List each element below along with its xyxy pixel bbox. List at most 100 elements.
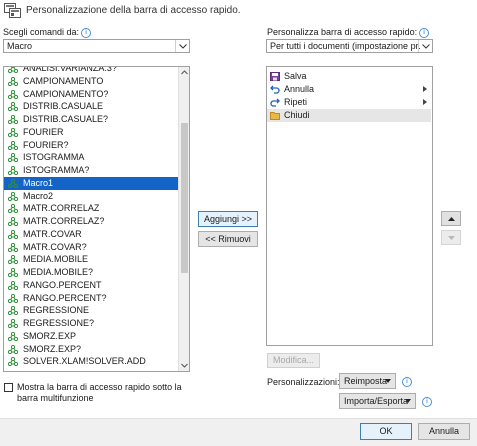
chevron-right-icon[interactable] [423,99,427,105]
command-list-item-label: CAMPIONAMENTO? [23,88,109,99]
qat-item-label: Annulla [284,84,315,94]
command-list-item[interactable]: MEDIA.MOBILE [4,253,178,266]
macro-icon [8,166,18,175]
command-list-item-label: ISTOGRAMMA [23,152,85,163]
command-list-item[interactable]: CAMPIONAMENTO [4,75,178,88]
scroll-down-icon[interactable] [181,363,188,368]
command-source-dropdown[interactable]: Macro [3,39,190,53]
info-icon[interactable]: i [402,377,412,387]
command-list-item[interactable]: SMORZ.EXP? [4,343,178,356]
show-below-ribbon-line2: barra multifunzione [17,393,94,403]
macro-icon [8,76,18,86]
command-source-value: Macro [7,41,33,51]
commands-list[interactable]: ANALISI.VARIANZA.3? CAMPIONAMENTO CAMPIONA… [3,66,190,372]
commands-scroll-thumb[interactable] [181,123,188,273]
triangle-down-icon [447,235,455,240]
macro-icon [8,178,18,188]
command-list-item-label: FOURIER [23,126,64,137]
info-icon[interactable]: i [422,397,432,407]
reset-button-label: Reimposta [344,376,388,386]
show-below-ribbon-checkbox[interactable] [4,383,13,392]
macro-icon [8,255,18,265]
command-list-item[interactable]: ISTOGRAMMA? [4,164,178,177]
macro-icon [8,280,18,290]
command-list-item[interactable]: FOURIER? [4,139,178,152]
customize-qat-label: Personalizza barra di accesso rapido: i [267,27,430,38]
macro-icon [8,331,18,341]
cancel-button[interactable]: Annulla [418,423,470,440]
ok-button[interactable]: OK [360,423,412,440]
command-list-item[interactable]: DISTRIB.CASUALE [4,100,178,113]
qat-item-save[interactable]: Salva [267,70,431,83]
command-list-item[interactable]: MATR.COVAR? [4,241,178,254]
move-up-button[interactable] [441,211,461,226]
info-icon[interactable]: i [419,28,430,38]
modify-button[interactable]: Modifica... [267,353,320,368]
command-list-item-label: MEDIA.MOBILE [23,254,89,265]
add-button[interactable]: Aggiungi >> [198,211,258,227]
dropdown-arrow-icon [385,379,391,383]
command-list-item[interactable]: MATR.CORRELAZ [4,202,178,215]
commands-scrollbar[interactable] [178,67,189,371]
command-list-item-label: Macro2 [23,190,54,201]
info-icon[interactable]: i [81,28,92,38]
command-list-item-label: RANGO.PERCENT? [23,292,107,303]
chevron-right-icon[interactable] [423,86,427,92]
macro-icon [8,268,18,277]
command-list-item-label: MATR.COVAR? [23,241,87,252]
qat-item-redo[interactable]: Ripeti [267,96,431,109]
choose-commands-label-text: Scegli comandi da: [3,27,80,37]
command-list-item-label: CAMPIONAMENTO [23,75,104,86]
command-list-item[interactable]: CAMPIONAMENTO? [4,88,178,101]
macro-icon [8,306,18,316]
command-list-item[interactable]: RANGO.PERCENT? [4,292,178,305]
import-export-button[interactable]: Importa/Esporta [339,393,416,409]
macro-icon [8,293,18,303]
chevron-down-icon[interactable] [175,40,189,52]
quick-access-toolbar-icon [4,3,21,18]
command-list-item[interactable]: REGRESSIONE [4,304,178,317]
command-list-item[interactable]: SMORZ.EXP [4,330,178,343]
command-list-item[interactable]: RANGO.PERCENT [4,279,178,292]
qat-item-label: Salva [284,71,307,81]
command-list-item[interactable]: MEDIA.MOBILE? [4,266,178,279]
scroll-up-icon[interactable] [181,70,188,75]
command-list-item[interactable]: ANALISI.VARIANZA.3? [4,67,178,75]
command-list-item[interactable]: ISTOGRAMMA [4,151,178,164]
show-below-ribbon-label[interactable]: Mostra la barra di accesso rapido sotto … [17,382,182,404]
macro-icon [8,217,18,226]
reset-button[interactable]: Reimposta [339,373,396,389]
command-list-item[interactable]: DISTRIB.CASUALE? [4,113,178,126]
redo-icon [270,98,280,107]
macro-icon [8,140,18,150]
macro-icon [8,127,18,137]
command-list-item[interactable]: SOLVER.XLAM!SOLVER.ADD [4,355,178,368]
command-list-item-label: FOURIER? [23,139,69,150]
macro-icon [8,67,18,73]
macro-icon [8,102,18,112]
remove-button-label: << Rimuovi [205,234,251,244]
macro-icon [8,204,18,214]
move-down-button[interactable] [441,230,461,245]
import-export-button-label: Importa/Esporta [344,396,409,406]
command-list-item-label: MATR.COVAR [23,228,82,239]
customize-qat-label-text: Personalizza barra di accesso rapido: [267,27,418,37]
qat-scope-dropdown[interactable]: Per tutti i documenti (impostazione pr..… [266,39,433,53]
dropdown-arrow-icon [405,399,411,403]
command-list-item[interactable]: Macro2 [4,190,178,203]
qat-item-undo[interactable]: Annulla [267,83,431,96]
command-list-item[interactable]: FOURIER [4,126,178,139]
macro-icon [8,115,18,124]
qat-item-close[interactable]: Chiudi [267,109,431,122]
command-list-item[interactable]: REGRESSIONE? [4,317,178,330]
command-list-item-label: SOLVER.XLAM!SOLVER.ADD [23,356,146,367]
remove-button[interactable]: << Rimuovi [198,231,258,247]
macro-icon [8,153,18,163]
modify-button-label: Modifica... [272,355,314,365]
chevron-down-icon[interactable] [418,40,432,52]
qat-list[interactable]: Salva Annulla Ripeti Chiudi [266,66,433,346]
command-list-item[interactable]: MATR.CORRELAZ? [4,215,178,228]
command-list-item[interactable]: MATR.COVAR [4,228,178,241]
command-list-item[interactable]: Macro1 [4,176,178,190]
save-icon [270,72,280,81]
